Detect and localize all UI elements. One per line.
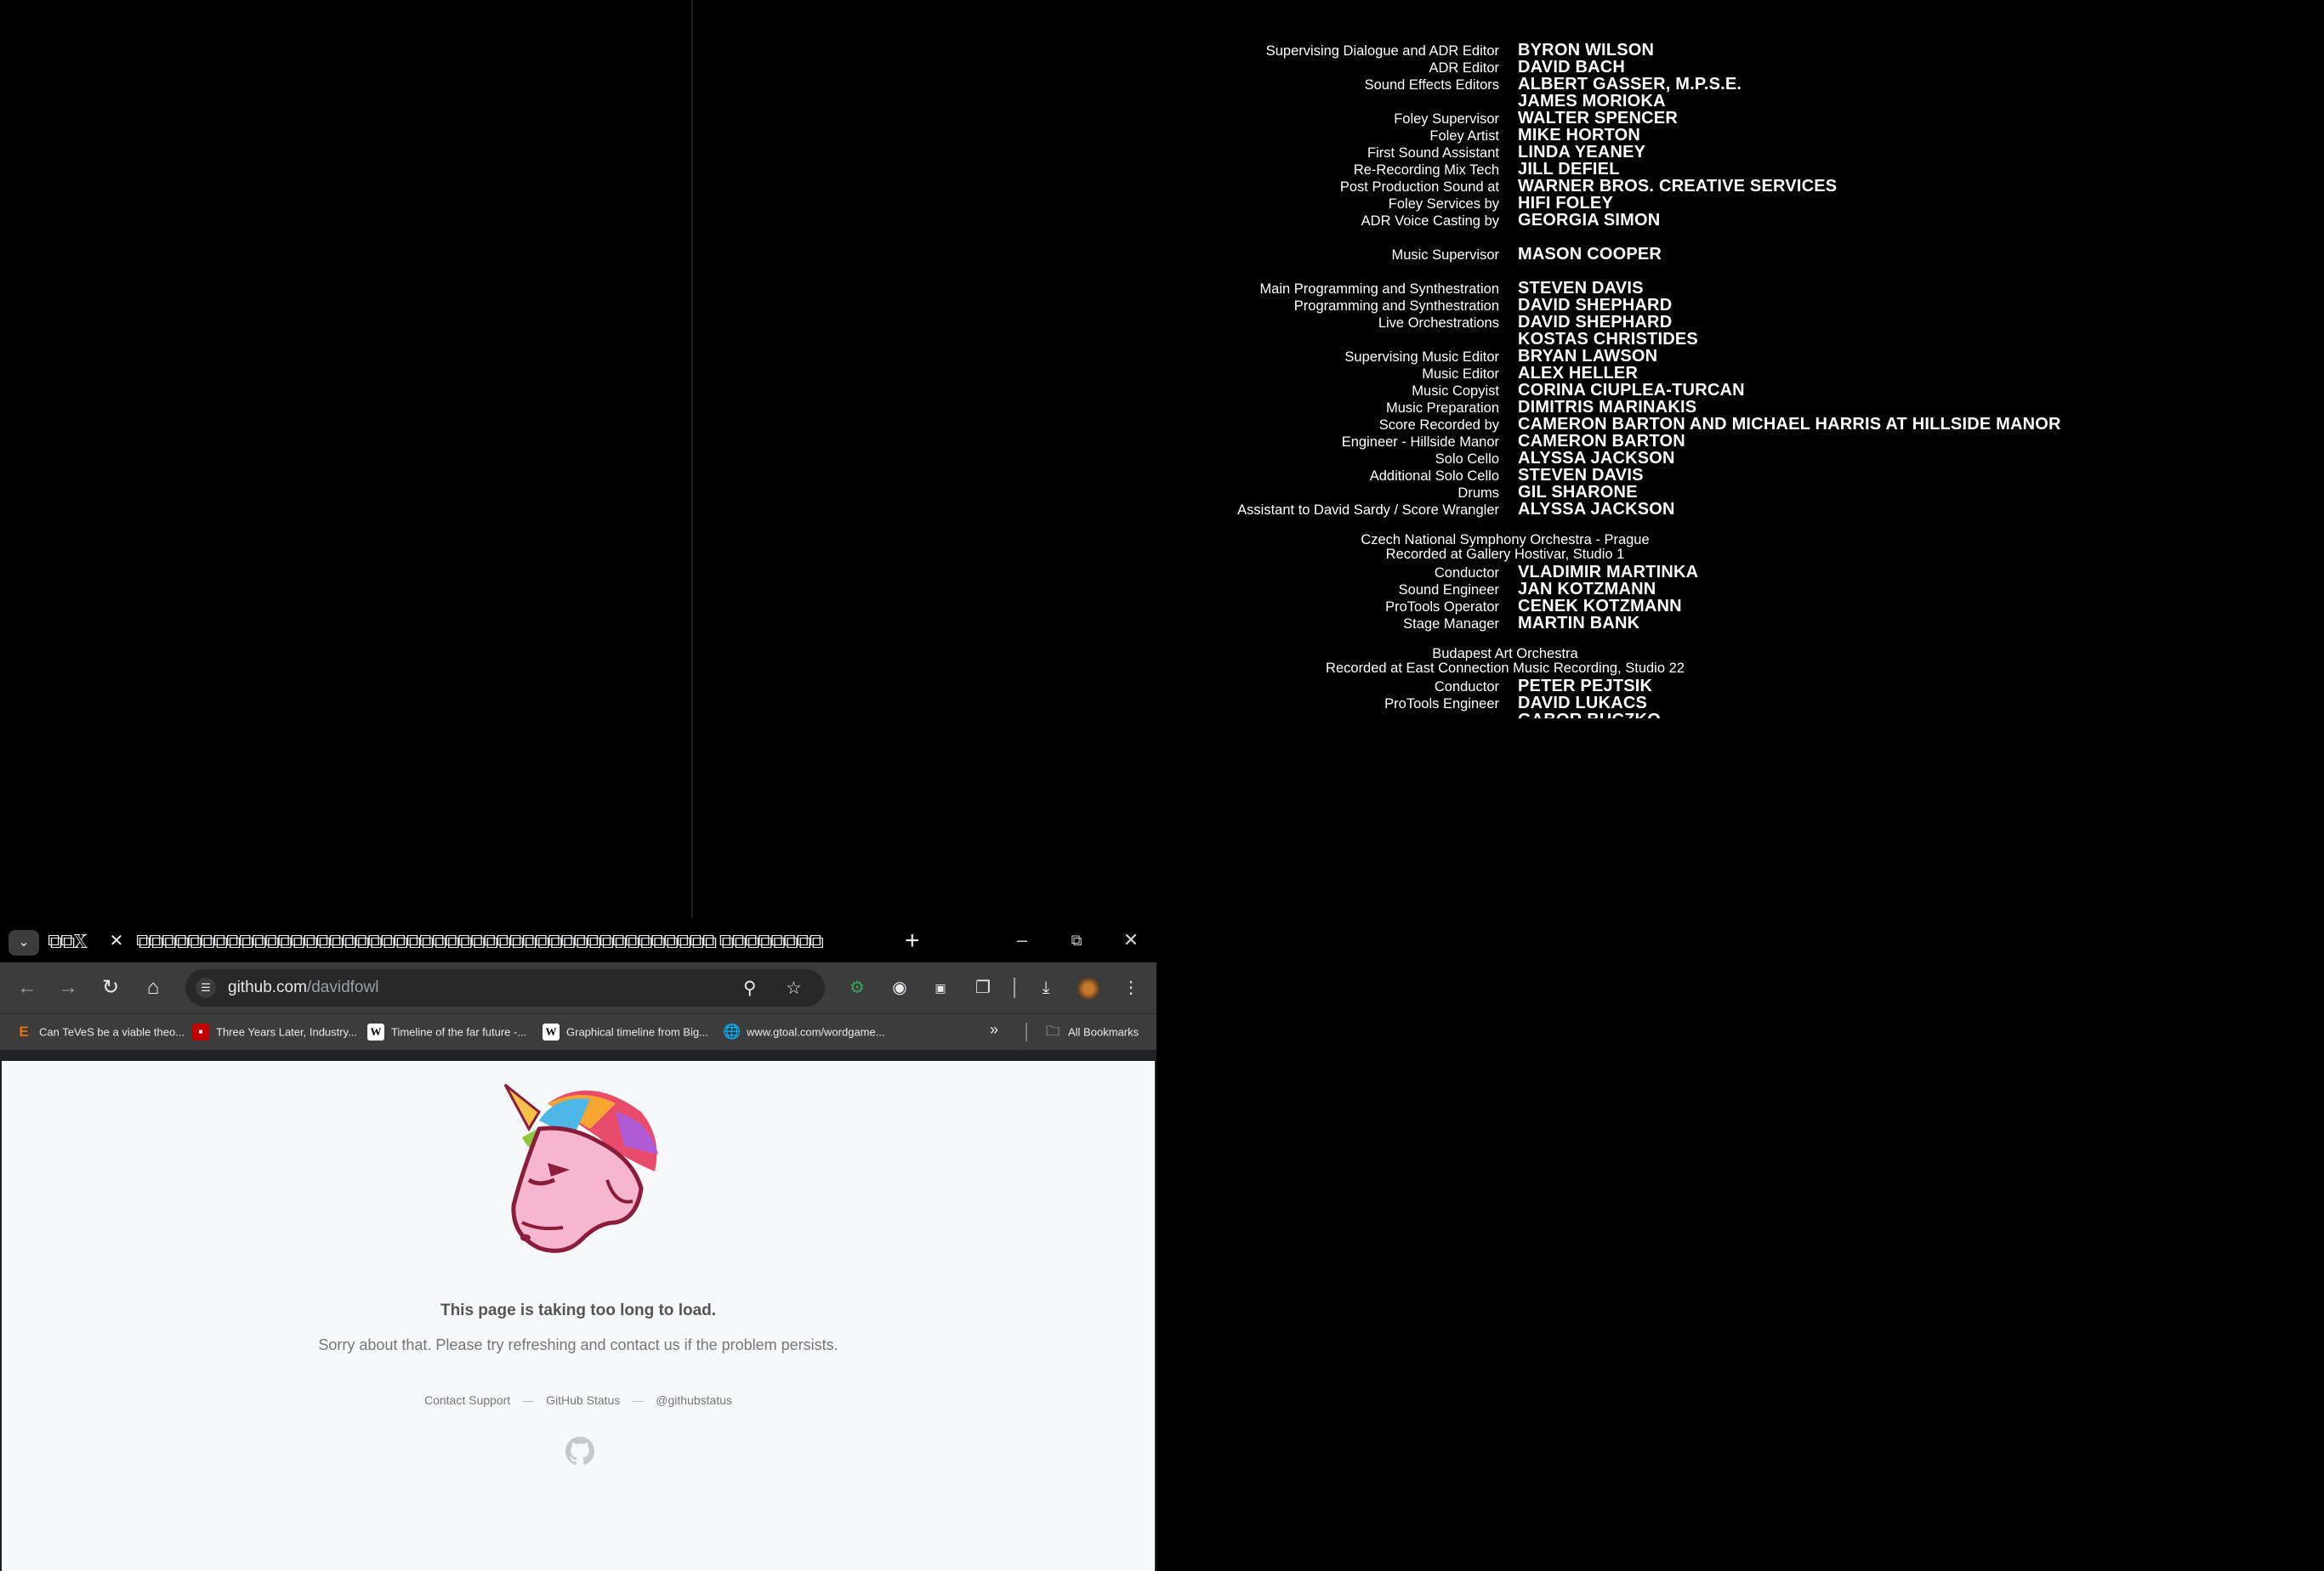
address-bar[interactable]: ☰ github.com/davidfowl ⚲ ☆ <box>185 969 825 1007</box>
credit-row: Sound Effects Editors ALBERT GASSER, M.P.… <box>0 75 2324 94</box>
credit-row: Conductor VLADIMIR MARTINKA <box>0 563 2324 581</box>
url-text[interactable]: github.com/davidfowl <box>228 978 378 997</box>
contact-support-link[interactable]: Contact Support <box>424 1393 510 1407</box>
restore-button[interactable]: ⧉ <box>1060 927 1094 954</box>
screenshot-icon[interactable]: ◉ <box>886 974 913 1001</box>
link-separator: — <box>522 1393 535 1407</box>
credit-row: Supervising Dialogue and ADR Editor BYRON… <box>0 41 2324 60</box>
credits-panel: Supervising Dialogue and ADR Editor BYRON… <box>0 0 2324 718</box>
all-bookmarks-button[interactable]: 🗀 All Bookmarks <box>1044 1024 1139 1041</box>
bookmark-item[interactable]: E Can TeVeS be a viable theo... <box>15 1024 185 1041</box>
reload-button[interactable]: ↻ <box>97 974 124 1001</box>
tab-search-button[interactable]: ⌄ <box>9 930 39 956</box>
page-content: This page is taking too long to load. So… <box>2 1061 1155 1571</box>
githubstatus-twitter-link[interactable]: @githubstatus <box>656 1393 732 1407</box>
credit-role: ADR Voice Casting by <box>1361 213 1499 229</box>
downloads-icon[interactable]: ⤓ <box>1032 974 1060 1001</box>
credit-name: GABOR BUCZKO <box>1518 711 1661 718</box>
minimize-button[interactable]: – <box>1005 927 1039 954</box>
site-info-icon[interactable]: ☰ <box>196 978 216 998</box>
credit-row: Additional Solo Cello STEVEN DAVIS <box>0 466 2324 485</box>
github-status-link[interactable]: GitHub Status <box>546 1393 620 1407</box>
bookmark-favicon-news-icon: ■ <box>192 1024 209 1041</box>
tab-title-active[interactable]: ⧉⧉𝕏 <box>48 930 100 954</box>
credit-row: Supervising Music Editor BRYAN LAWSON <box>0 347 2324 366</box>
credit-row: Engineer - Hillside Manor CAMERON BARTON <box>0 432 2324 451</box>
credit-name: MARTIN BANK <box>1518 614 1640 632</box>
extension-icon-2[interactable]: ▣ <box>927 974 954 1001</box>
error-title: This page is taking too long to load. <box>440 1302 717 1319</box>
tab-close-icon[interactable]: ✕ <box>105 930 128 952</box>
credit-row: Live Orchestrations DAVID SHEPHARD <box>0 313 2324 332</box>
folder-icon: 🗀 <box>1045 1024 1060 1039</box>
credit-row: Foley Services by HIFI FOLEY <box>0 194 2324 213</box>
credit-row: First Sound Assistant LINDA YEANEY <box>0 143 2324 162</box>
toolbar: ← → ↻ ⌂ ☰ github.com/davidfowl ⚲ ☆ ⚙ ◉ ▣… <box>0 962 1156 1013</box>
credit-name: ALYSSA JACKSON <box>1518 500 1675 519</box>
error-subtitle: Sorry about that. Please try refreshing … <box>318 1336 838 1353</box>
bookmark-item[interactable]: ■ Three Years Later, Industry... <box>192 1024 357 1041</box>
credit-row: Score Recorded by CAMERON BARTON AND MICH… <box>0 415 2324 434</box>
globe-icon: 🌐 <box>723 1024 742 1040</box>
credit-row: Solo Cello ALYSSA JACKSON <box>0 449 2324 468</box>
bookmark-favicon-e-icon: E <box>19 1024 29 1040</box>
credit-row: Music Supervisor MASON COOPER <box>0 245 2324 264</box>
more-bookmarks-chevron-icon[interactable]: » <box>990 1021 998 1038</box>
credit-row: ProTools Operator CENEK KOTZMANN <box>0 597 2324 615</box>
extensions-puzzle-icon[interactable]: ❐ <box>969 974 997 1001</box>
wikipedia-icon: W <box>367 1024 384 1041</box>
bookmark-item[interactable]: W Timeline of the far future -... <box>367 1024 526 1041</box>
menu-kebab-icon[interactable]: ⋮ <box>1117 974 1145 1001</box>
credit-row: Assistant to David Sardy / Score Wrangle… <box>0 500 2324 519</box>
credit-row: Drums GIL SHARONE <box>0 483 2324 502</box>
tab-strip: ⌄ ⧉⧉𝕏 ✕ ⧉⧉⧉⧉⧉⧉⧉⧉⧉⧉⧉⧉⧉⧉⧉⧉⧉⧉⧉⧉⧉⧉⧉⧉⧉⧉⧉⧉⧉⧉⧉⧉… <box>0 922 1156 962</box>
forward-button[interactable]: → <box>54 974 82 1001</box>
credit-heading: Recorded at Gallery Hostivar, Studio 1 <box>1385 547 1625 562</box>
unicorn-illustration <box>503 1083 658 1253</box>
tab-title-inactive[interactable]: ⧉⧉⧉⧉⧉⧉⧉⧉⧉⧉⧉⧉⧉⧉⧉⧉⧉⧉⧉⧉⧉⧉⧉⧉⧉⧉⧉⧉⧉⧉⧉⧉⧉⧉⧉⧉⧉⧉⧉⧉… <box>136 930 896 954</box>
credit-row: Main Programming and Synthestration STEVE… <box>0 279 2324 298</box>
credit-row: Music Copyist CORINA CIUPLEA-TURCAN <box>0 381 2324 400</box>
bookmarks-separator <box>1026 1023 1027 1041</box>
credit-row: ADR Editor DAVID BACH <box>0 58 2324 77</box>
credit-row: KOSTAS CHRISTIDES <box>0 330 2324 349</box>
close-window-button[interactable]: ✕ <box>1114 927 1148 954</box>
credit-heading: Recorded at East Connection Music Record… <box>1326 661 1685 676</box>
new-tab-button[interactable]: + <box>905 927 920 956</box>
credit-row: Post Production Sound at WARNER BROS. CRE… <box>0 177 2324 196</box>
credit-name: GEORGIA SIMON <box>1518 211 1661 230</box>
credit-row: ProTools Engineer DAVID LUKACS <box>0 694 2324 712</box>
credit-row: Re-Recording Mix Tech JILL DEFIEL <box>0 160 2324 179</box>
bookmark-item[interactable]: W Graphical timeline from Big... <box>543 1024 708 1041</box>
bookmarks-bar: E Can TeVeS be a viable theo... ■ Three Ye… <box>0 1013 1156 1050</box>
credit-role: Stage Manager <box>1403 616 1499 632</box>
credit-name: MASON COOPER <box>1518 245 1662 264</box>
credit-row: Music Preparation DIMITRIS MARINAKIS <box>0 398 2324 417</box>
bookmark-star-icon[interactable]: ☆ <box>786 978 802 999</box>
credit-row: Sound Engineer JAN KOTZMANN <box>0 580 2324 598</box>
credit-role: Assistant to David Sardy / Score Wrangle… <box>1237 502 1499 518</box>
extension-icon-1[interactable]: ⚙ <box>844 974 871 1001</box>
credit-row: Conductor PETER PEJTSIK <box>0 677 2324 695</box>
toolbar-separator <box>1014 978 1015 998</box>
credit-row: JAMES MORIOKA <box>0 92 2324 111</box>
credit-row: ADR Voice Casting by GEORGIA SIMON <box>0 211 2324 230</box>
back-button[interactable]: ← <box>14 974 41 1001</box>
credit-row: Foley Supervisor WALTER SPENCER <box>0 109 2324 128</box>
credit-role: Music Supervisor <box>1391 247 1499 263</box>
credit-row: Stage Manager MARTIN BANK <box>0 614 2324 632</box>
credit-row: Programming and Synthestration DAVID SHEP… <box>0 296 2324 315</box>
zoom-icon[interactable]: ⚲ <box>743 978 756 999</box>
credit-row: Music Editor ALEX HELLER <box>0 364 2324 383</box>
wikipedia-icon: W <box>543 1024 560 1041</box>
link-separator: — <box>632 1393 645 1407</box>
github-logo-icon[interactable] <box>565 1437 594 1466</box>
bookmark-item[interactable]: 🌐 www.gtoal.com/wordgame... <box>723 1024 885 1041</box>
profile-avatar[interactable] <box>1075 974 1102 1001</box>
credit-row: Foley Artist MIKE HORTON <box>0 126 2324 145</box>
home-button[interactable]: ⌂ <box>139 974 167 1001</box>
credit-row: GABOR BUCZKO <box>0 711 2324 718</box>
error-links: Contact Support — GitHub Status — @githubsta… <box>2 1393 1155 1407</box>
